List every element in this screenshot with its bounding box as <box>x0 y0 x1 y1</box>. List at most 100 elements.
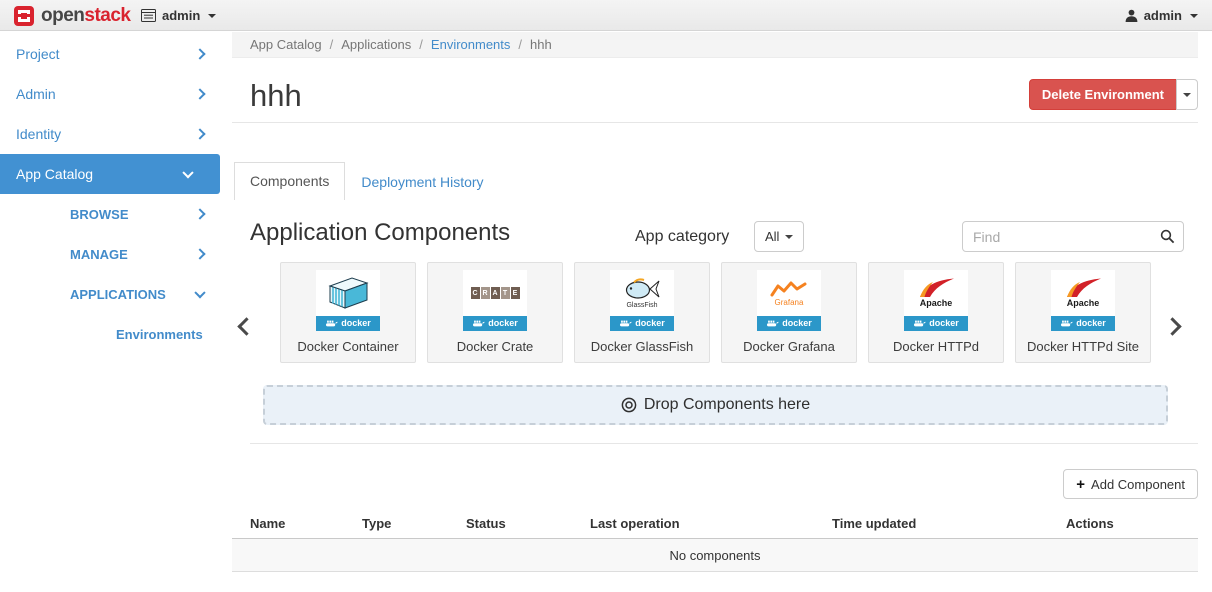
column-header-status: Status <box>466 516 590 531</box>
page-title: hhh <box>250 78 302 114</box>
component-card-docker-glassfish[interactable]: GlassFish docker Docker GlassFish <box>574 262 710 363</box>
sidebar-item-manage[interactable]: MANAGE <box>0 234 232 274</box>
empty-table-message: No components <box>669 548 760 563</box>
component-card-docker-container[interactable]: docker Docker Container <box>280 262 416 363</box>
sidebar-item-applications[interactable]: APPLICATIONS <box>0 274 232 314</box>
tab-deployment-history[interactable]: Deployment History <box>345 164 499 200</box>
crate-letter: E <box>511 287 520 299</box>
sidebar-item-admin[interactable]: Admin <box>0 74 232 114</box>
column-header-name: Name <box>250 516 362 531</box>
chevron-right-icon <box>1163 317 1181 335</box>
grafana-logo-label: Grafana <box>775 299 804 307</box>
component-card-label: Docker Container <box>297 339 398 354</box>
carousel-prev-button[interactable] <box>240 320 262 346</box>
app-tile: Grafana docker <box>757 270 821 331</box>
delete-environment-split-button: Delete Environment <box>1029 79 1198 110</box>
add-component-button[interactable]: + Add Component <box>1063 469 1198 499</box>
chevron-left-icon <box>237 317 255 335</box>
sidebar-item-label: Project <box>16 46 60 62</box>
crate-letter: C <box>471 287 480 299</box>
main-content: App Catalog / Applications / Environment… <box>232 32 1198 592</box>
sidebar-item-environments[interactable]: Environments <box>0 314 232 354</box>
crate-logo: C R A T E <box>463 270 527 316</box>
search-icon[interactable] <box>1160 229 1175 244</box>
table-header-row: Name Type Status Last operation Time upd… <box>232 508 1198 539</box>
apache-logo: Apache <box>904 270 968 316</box>
docker-badge-label: docker <box>635 319 665 328</box>
openstack-logo-icon <box>14 6 34 26</box>
openstack-wordmark: openstack <box>41 5 131 27</box>
glassfish-logo-label: GlassFish <box>626 302 657 309</box>
component-card-label: Docker GlassFish <box>591 339 694 354</box>
dropzone-label: Drop Components here <box>644 396 810 414</box>
delete-environment-dropdown-toggle[interactable] <box>1176 79 1198 110</box>
crate-letter: A <box>491 287 500 299</box>
chevron-right-icon <box>194 208 205 219</box>
openstack-brand[interactable]: openstack <box>14 4 131 28</box>
docker-container-logo <box>316 270 380 316</box>
sidebar-item-label: Identity <box>16 126 61 142</box>
sidebar-item-identity[interactable]: Identity <box>0 114 232 154</box>
user-menu[interactable]: admin <box>1125 0 1198 31</box>
docker-badge-label: docker <box>929 319 959 328</box>
docker-badge: docker <box>757 316 821 331</box>
domain-icon <box>141 9 156 22</box>
docker-badge: docker <box>904 316 968 331</box>
apache-logo-label: Apache <box>1067 299 1100 308</box>
app-tile: Apache docker <box>904 270 968 331</box>
carousel-next-button[interactable] <box>1166 320 1188 346</box>
docker-whale-icon <box>325 319 338 328</box>
search-input[interactable] <box>962 221 1184 252</box>
sidebar-item-project[interactable]: Project <box>0 34 232 74</box>
component-card-label: Docker Crate <box>457 339 534 354</box>
breadcrumb-separator: / <box>330 37 334 52</box>
sidebar-item-browse[interactable]: BROWSE <box>0 194 232 234</box>
panel-heading: Application Components <box>250 219 510 247</box>
project-context-menu[interactable]: admin <box>141 0 216 31</box>
add-component-label: Add Component <box>1091 477 1185 492</box>
sidebar-item-app-catalog[interactable]: App Catalog <box>0 154 220 194</box>
component-card-docker-httpd[interactable]: Apache docker Docker HTTPd <box>868 262 1004 363</box>
sidebar-item-label: Environments <box>116 327 203 342</box>
empty-table-row: No components <box>232 539 1198 572</box>
tab-label: Components <box>250 173 329 189</box>
tab-components[interactable]: Components <box>234 162 345 200</box>
docker-badge-label: docker <box>488 319 518 328</box>
category-label: App category <box>635 228 729 246</box>
drop-components-zone[interactable]: Drop Components here <box>263 385 1168 425</box>
breadcrumb: App Catalog / Applications / Environment… <box>232 32 1198 58</box>
glassfish-logo: GlassFish <box>610 270 674 316</box>
breadcrumb-link-environments[interactable]: Environments <box>431 37 510 52</box>
category-filter-dropdown[interactable]: All <box>754 221 804 252</box>
crate-letter: R <box>481 287 490 299</box>
app-tile: docker <box>316 270 380 331</box>
breadcrumb-separator: / <box>419 37 423 52</box>
app-tile: GlassFish docker <box>610 270 674 331</box>
app-tile: Apache docker <box>1051 270 1115 331</box>
docker-badge: docker <box>1051 316 1115 331</box>
sidebar-item-label: App Catalog <box>16 166 93 182</box>
tab-bar: Components Deployment History <box>234 162 500 200</box>
component-card-docker-httpd-site[interactable]: Apache docker Docker HTTPd Site <box>1015 262 1151 363</box>
column-header-time-updated: Time updated <box>832 516 1066 531</box>
sidebar-item-label: APPLICATIONS <box>70 287 166 302</box>
components-table: Name Type Status Last operation Time upd… <box>232 508 1198 572</box>
docker-whale-icon <box>472 319 485 328</box>
docker-badge-label: docker <box>1076 319 1106 328</box>
docker-whale-icon <box>913 319 926 328</box>
crate-letter: T <box>501 287 510 299</box>
sidebar-item-label: BROWSE <box>70 207 129 222</box>
chevron-down-icon <box>1190 14 1198 18</box>
delete-environment-button[interactable]: Delete Environment <box>1029 79 1177 110</box>
docker-whale-icon <box>1060 319 1073 328</box>
component-card-label: Docker HTTPd <box>893 339 979 354</box>
tab-label: Deployment History <box>361 174 483 190</box>
component-card-label: Docker Grafana <box>743 339 835 354</box>
sidebar: Project Admin Identity App Catalog BROWS… <box>0 34 232 354</box>
column-header-last-operation: Last operation <box>590 516 832 531</box>
chevron-down-icon <box>208 14 216 18</box>
chevron-right-icon <box>194 128 205 139</box>
docker-badge-label: docker <box>782 319 812 328</box>
component-card-docker-grafana[interactable]: Grafana docker Docker Grafana <box>721 262 857 363</box>
component-card-docker-crate[interactable]: C R A T E docker <box>427 262 563 363</box>
